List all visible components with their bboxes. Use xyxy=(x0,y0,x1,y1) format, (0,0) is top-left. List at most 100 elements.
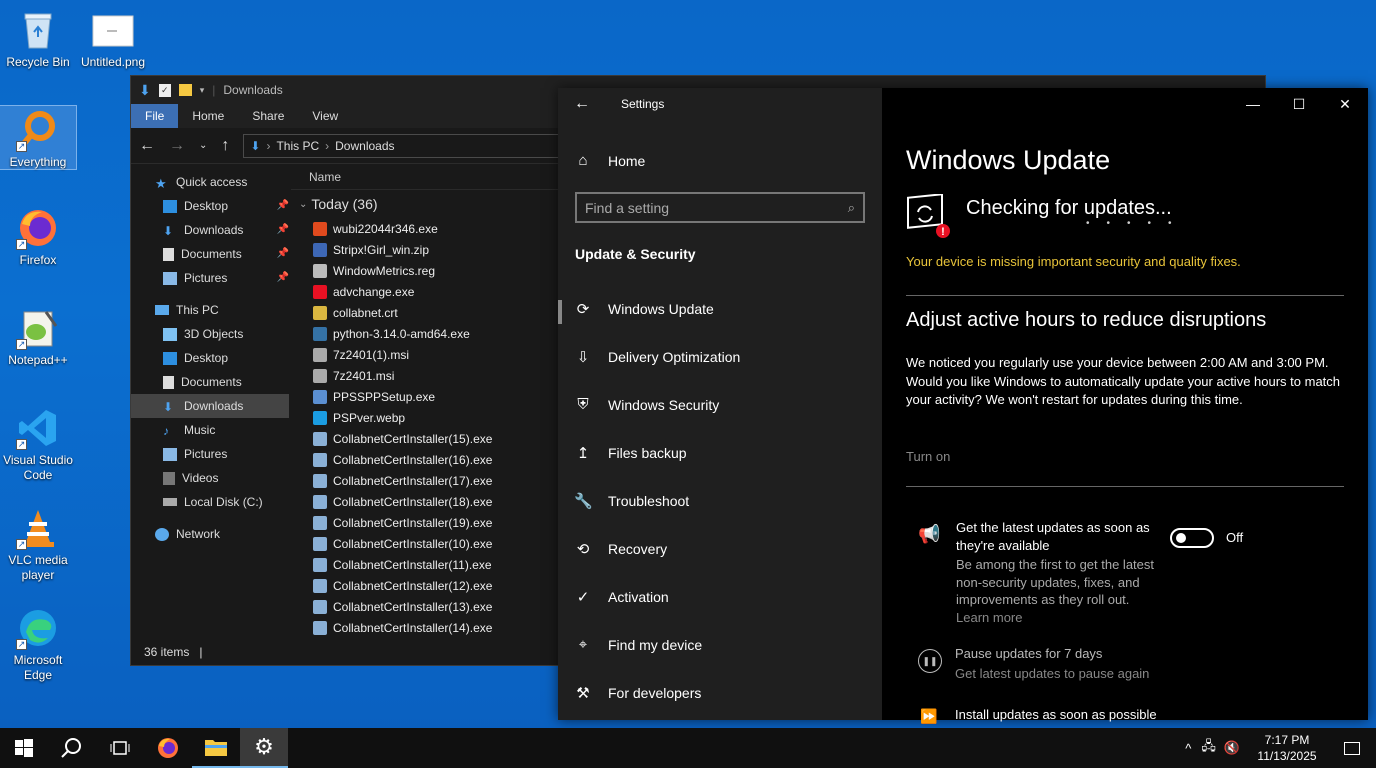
qat-dropdown-icon[interactable]: ▾ xyxy=(200,85,205,96)
nav-qa-desktop[interactable]: Desktop 📌 xyxy=(131,194,289,218)
minimize-icon[interactable]: — xyxy=(1230,88,1276,120)
file-row[interactable]: CollabnetCertInstaller(11).exe xyxy=(291,554,561,575)
nav-qa-downloads[interactable]: ⬇ Downloads 📌 xyxy=(131,218,289,242)
breadcrumb-downloads[interactable]: Downloads xyxy=(335,139,394,153)
volume-muted-icon[interactable]: 🔇 xyxy=(1224,740,1240,756)
nav-local-disk[interactable]: Local Disk (C:) xyxy=(131,490,289,514)
desktop-icon-everything[interactable]: ↗ Everything xyxy=(0,105,77,170)
nav-3d-objects[interactable]: 3D Objects xyxy=(131,322,289,346)
desktop-icon-label: Recycle Bin xyxy=(6,55,70,69)
file-type-icon xyxy=(313,368,327,383)
task-view-button[interactable] xyxy=(96,728,144,768)
nav-label: Local Disk (C:) xyxy=(184,495,263,509)
file-row[interactable]: PSPver.webp xyxy=(291,407,561,428)
taskbar-settings[interactable]: ⚙ xyxy=(240,728,288,768)
latest-updates-toggle[interactable] xyxy=(1170,528,1214,548)
settings-nav-item[interactable]: 🔧 Troubleshoot xyxy=(574,492,689,510)
maximize-icon[interactable]: ☐ xyxy=(1276,88,1322,120)
file-row[interactable]: 7z2401.msi xyxy=(291,365,561,386)
close-icon[interactable]: ✕ xyxy=(1322,88,1368,120)
desktop-icon-edge[interactable]: ↗ Microsoft Edge xyxy=(0,606,76,683)
settings-home[interactable]: ⌂ Home xyxy=(574,152,645,169)
clock[interactable]: 7:17 PM 11/13/2025 xyxy=(1246,732,1328,764)
file-row[interactable]: 7z2401(1).msi xyxy=(291,344,561,365)
file-row[interactable]: python-3.14.0-amd64.exe xyxy=(291,323,561,344)
nav-desktop[interactable]: Desktop xyxy=(131,346,289,370)
file-row[interactable]: CollabnetCertInstaller(10).exe xyxy=(291,533,561,554)
settings-nav-item[interactable]: ✓ Activation xyxy=(574,588,669,606)
file-row[interactable]: CollabnetCertInstaller(17).exe xyxy=(291,470,561,491)
file-row[interactable]: advchange.exe xyxy=(291,281,561,302)
nav-music[interactable]: ♪ Music xyxy=(131,418,289,442)
file-row[interactable]: CollabnetCertInstaller(18).exe xyxy=(291,491,561,512)
recent-dropdown-icon[interactable]: ⌄ xyxy=(199,140,207,151)
ribbon-tab-view[interactable]: View xyxy=(298,104,352,128)
desktop-icon-label: Firefox xyxy=(19,253,57,267)
file-row[interactable]: CollabnetCertInstaller(16).exe xyxy=(291,449,561,470)
desktop-icon-untitled-png[interactable]: Untitled.png xyxy=(75,8,151,70)
breadcrumb-this-pc[interactable]: This PC xyxy=(276,139,319,153)
network-tray-icon[interactable]: 🖧 xyxy=(1201,737,1216,759)
settings-nav-item[interactable]: ↥ Files backup xyxy=(574,444,687,462)
file-row[interactable]: wubi22044r346.exe xyxy=(291,218,561,239)
taskbar-file-explorer[interactable] xyxy=(192,728,240,768)
search-icon[interactable]: ⌕ xyxy=(848,200,855,216)
pin-icon[interactable]: 📌 xyxy=(277,248,289,259)
settings-nav-item[interactable]: ⌖ Find my device xyxy=(574,636,702,653)
nav-network[interactable]: Network xyxy=(131,522,289,546)
settings-nav-item[interactable]: ⚒ For developers xyxy=(574,684,701,702)
nav-videos[interactable]: Videos xyxy=(131,466,289,490)
ribbon-tab-share[interactable]: Share xyxy=(238,104,298,128)
desktop-icon-firefox[interactable]: ↗ Firefox xyxy=(0,206,76,268)
nav-downloads[interactable]: ⬇ Downloads xyxy=(131,394,289,418)
start-button[interactable] xyxy=(0,728,48,768)
nav-qa-documents[interactable]: Documents 📌 xyxy=(131,242,289,266)
file-row[interactable]: CollabnetCertInstaller(14).exe xyxy=(291,617,561,638)
learn-more-link[interactable]: Learn more xyxy=(956,610,1022,625)
ribbon-tab-home[interactable]: Home xyxy=(178,104,238,128)
column-header-name[interactable]: Name xyxy=(291,164,561,190)
notifications-button[interactable] xyxy=(1328,728,1376,768)
properties-check-icon[interactable]: ✓ xyxy=(158,83,171,97)
file-row[interactable]: collabnet.crt xyxy=(291,302,561,323)
forward-arrow-icon[interactable]: → xyxy=(169,137,185,155)
file-row[interactable]: WindowMetrics.reg xyxy=(291,260,561,281)
file-row[interactable]: CollabnetCertInstaller(15).exe xyxy=(291,428,561,449)
settings-nav-item[interactable]: ⟳ Windows Update xyxy=(574,300,714,318)
new-folder-icon[interactable] xyxy=(178,84,192,96)
nav-pictures[interactable]: Pictures xyxy=(131,442,289,466)
up-arrow-icon[interactable]: ↑ xyxy=(221,137,229,155)
taskbar-firefox[interactable] xyxy=(144,728,192,768)
settings-nav-item[interactable]: ⟲ Recovery xyxy=(574,540,667,558)
nav-this-pc[interactable]: This PC xyxy=(131,298,289,322)
desktop-icon-vscode[interactable]: ↗ Visual Studio Code xyxy=(0,406,76,483)
ribbon-tab-file[interactable]: File xyxy=(131,104,179,128)
address-bar[interactable]: ⬇ › This PC › Downloads xyxy=(243,133,584,158)
desktop-icon-recycle-bin[interactable]: Recycle Bin xyxy=(0,8,76,70)
file-row[interactable]: PPSSPPSetup.exe xyxy=(291,386,561,407)
pause-updates-title[interactable]: Pause updates for 7 days xyxy=(955,646,1102,661)
pin-icon[interactable]: 📌 xyxy=(277,272,289,283)
file-row[interactable]: CollabnetCertInstaller(19).exe xyxy=(291,512,561,533)
pin-icon[interactable]: 📌 xyxy=(277,224,289,235)
settings-search-input[interactable]: Find a setting ⌕ xyxy=(575,192,865,223)
pin-icon[interactable]: 📌 xyxy=(277,200,289,211)
desktop-icon-vlc[interactable]: ↗ VLC media player xyxy=(0,506,76,583)
settings-nav-item[interactable]: ⇩ Delivery Optimization xyxy=(574,348,741,366)
download-arrow-icon[interactable]: ⬇ xyxy=(139,82,151,99)
back-arrow-icon[interactable]: ← xyxy=(574,95,590,113)
file-row[interactable]: Stripx!Girl_win.zip xyxy=(291,239,561,260)
nav-qa-pictures[interactable]: Pictures 📌 xyxy=(131,266,289,290)
nav-quick-access[interactable]: ★ Quick access xyxy=(131,170,289,194)
desktop-icon-notepadpp[interactable]: ↗ Notepad++ xyxy=(0,306,76,368)
file-name: advchange.exe xyxy=(333,284,415,299)
settings-nav-item[interactable]: ⛨ Windows Security xyxy=(574,396,719,413)
back-arrow-icon[interactable]: ← xyxy=(139,137,155,155)
file-row[interactable]: CollabnetCertInstaller(12).exe xyxy=(291,575,561,596)
show-hidden-icons-icon[interactable]: ^ xyxy=(1185,741,1191,756)
search-button[interactable] xyxy=(48,728,96,768)
file-group-header[interactable]: ⌄ Today (36) xyxy=(291,190,561,218)
turn-on-link[interactable]: Turn on xyxy=(906,449,950,464)
file-row[interactable]: CollabnetCertInstaller(13).exe xyxy=(291,596,561,617)
nav-documents[interactable]: Documents xyxy=(131,370,289,394)
